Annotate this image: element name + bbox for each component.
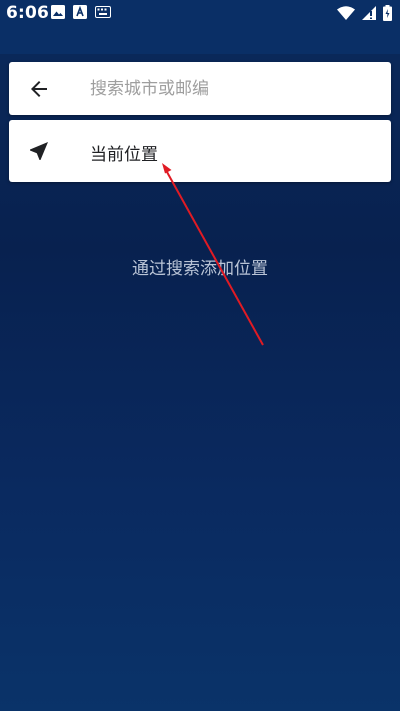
- wifi-icon: [337, 6, 355, 20]
- image-icon: [51, 5, 65, 19]
- search-bar: [9, 62, 391, 115]
- a-badge-icon: [73, 5, 87, 19]
- keyboard-icon: [95, 6, 111, 18]
- empty-state-hint: 通过搜索添加位置: [132, 259, 268, 279]
- status-system-icons: [337, 5, 392, 21]
- current-location-item[interactable]: 当前位置: [9, 120, 391, 182]
- search-input[interactable]: [80, 74, 390, 104]
- arrow-left-icon[interactable]: [27, 77, 51, 101]
- toolbar-background: [0, 28, 400, 54]
- signal-icon: [362, 6, 376, 20]
- status-time: 6:06: [6, 3, 50, 23]
- battery-icon: [383, 5, 392, 21]
- navigation-arrow-icon: [30, 142, 48, 160]
- status-notification-icons: [51, 5, 111, 19]
- status-bar: 6:06: [0, 0, 400, 28]
- current-location-label: 当前位置: [90, 145, 158, 165]
